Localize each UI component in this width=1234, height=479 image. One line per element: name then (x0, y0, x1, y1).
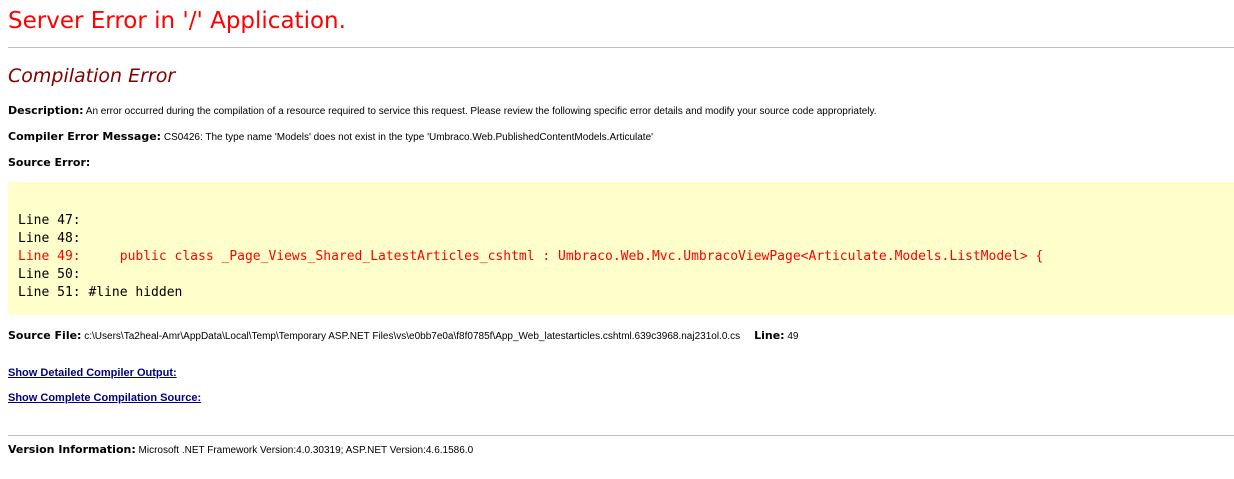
description-label: Description: (8, 104, 84, 117)
show-complete-compilation-source-link[interactable]: Show Complete Compilation Source: (8, 392, 201, 404)
source-file-section: Source File: c:\Users\Ta2heal-Amr\AppDat… (8, 329, 798, 342)
code-line: Line 47: (18, 213, 81, 228)
source-file-label: Source File: (8, 329, 82, 342)
version-section: Version Information: Microsoft .NET Fram… (8, 443, 473, 456)
source-file-path: c:\Users\Ta2heal-Amr\AppData\Local\Temp\… (84, 331, 741, 342)
source-error-section: Source Error: (8, 156, 90, 169)
version-label: Version Information: (8, 443, 136, 456)
version-text: Microsoft .NET Framework Version:4.0.303… (138, 445, 474, 456)
compiler-message-section: Compiler Error Message: CS0426: The type… (8, 130, 653, 143)
code-line-error: Line 49: public class _Page_Views_Shared… (18, 249, 1044, 264)
code-line: Line 50: (18, 267, 81, 282)
top-divider (8, 47, 1234, 48)
compiler-message-label: Compiler Error Message: (8, 130, 162, 143)
source-error-label: Source Error: (8, 156, 91, 169)
bottom-divider (8, 435, 1234, 436)
error-subtitle: Compilation Error (8, 65, 176, 87)
source-code-block: Line 47: Line 48: Line 49: public class _P… (8, 182, 1234, 315)
code-line: Line 48: (18, 231, 81, 246)
line-label: Line: (754, 329, 785, 342)
description-section: Description: An error occurred during th… (8, 104, 877, 117)
description-text: An error occurred during the compilation… (85, 106, 877, 117)
code-line: Line 51: #line hidden (18, 285, 183, 300)
show-detailed-compiler-output-link[interactable]: Show Detailed Compiler Output: (8, 367, 177, 379)
page-title: Server Error in '/' Application. (8, 8, 346, 34)
line-number: 49 (787, 331, 799, 342)
compiler-message-text: CS0426: The type name 'Models' does not … (163, 132, 654, 143)
source-code: Line 47: Line 48: Line 49: public class _P… (18, 212, 1043, 302)
